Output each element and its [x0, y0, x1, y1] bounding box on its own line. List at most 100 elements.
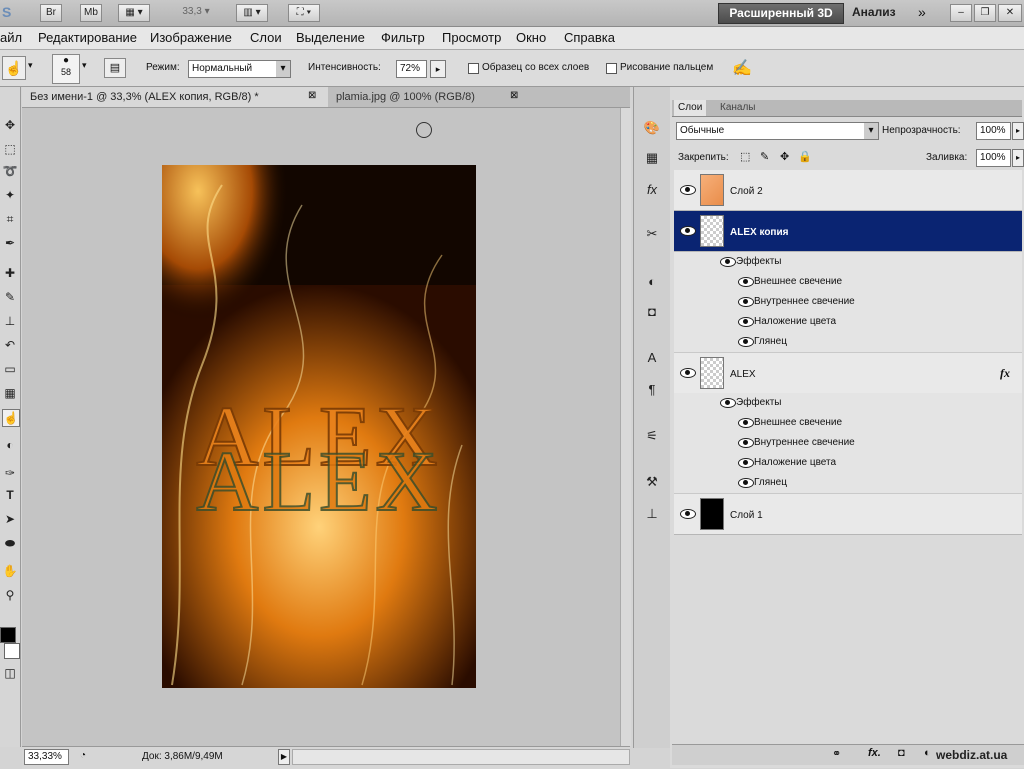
effect-eye-icon[interactable]: [738, 418, 754, 428]
menu-help[interactable]: Справка: [564, 30, 615, 45]
opacity-input[interactable]: 100%: [976, 122, 1011, 140]
effect-row[interactable]: Наложение цвета: [674, 312, 1022, 333]
workspace-more-icon[interactable]: »: [918, 4, 926, 20]
fx-badge-icon[interactable]: fx: [1000, 366, 1010, 381]
stamp-panel-icon[interactable]: ⊥: [643, 505, 661, 523]
restore-button[interactable]: ❐: [974, 4, 996, 22]
intensity-input[interactable]: 72%: [396, 60, 427, 78]
visibility-eye-icon[interactable]: [680, 226, 696, 236]
visibility-eye-icon[interactable]: [680, 368, 696, 378]
lock-all-icon[interactable]: 🔒: [798, 150, 812, 163]
menu-layers[interactable]: Слои: [250, 30, 282, 45]
intensity-slider-icon[interactable]: ▸: [430, 60, 446, 78]
clone-source-icon[interactable]: ⚒: [643, 473, 661, 491]
zoom-tool-icon[interactable]: ⚲: [2, 587, 18, 603]
adjustment-layer-icon[interactable]: ◐: [924, 747, 931, 759]
menu-filter[interactable]: Фильтр: [381, 30, 425, 45]
bridge-button[interactable]: Br: [40, 4, 62, 22]
tab-close-icon[interactable]: ⊠: [308, 90, 316, 101]
sample-all-layers-checkbox[interactable]: [468, 63, 479, 74]
brush-presets-icon[interactable]: ⚟: [643, 427, 661, 445]
paragraph-panel-icon[interactable]: ¶: [643, 381, 661, 399]
close-button[interactable]: ✕: [998, 4, 1022, 22]
layer-row-alex[interactable]: ALEX fx: [674, 353, 1022, 394]
move-tool-icon[interactable]: ✥: [2, 117, 18, 133]
fill-input[interactable]: 100%: [976, 149, 1011, 167]
menu-view[interactable]: Просмотр: [442, 30, 501, 45]
background-color-swatch[interactable]: [4, 643, 20, 659]
effects-group-row[interactable]: Эффекты: [674, 393, 1022, 414]
menu-window[interactable]: Окно: [516, 30, 546, 45]
brush-picker[interactable]: ● 58: [52, 54, 80, 84]
history-brush-tool-icon[interactable]: ↶: [2, 337, 18, 353]
arrange-documents-button[interactable]: ▥ ▾: [236, 4, 268, 22]
tab-untitled-document[interactable]: Без имени-1 @ 33,3% (ALEX копия, RGB/8) …: [22, 87, 328, 107]
mode-select[interactable]: Нормальный ▾: [188, 60, 291, 78]
layer-row-sloi-1[interactable]: Слой 1: [674, 494, 1022, 535]
tab-plamia-document[interactable]: plamia.jpg @ 100% (RGB/8): [328, 87, 483, 107]
gradient-tool-icon[interactable]: ▦: [2, 385, 18, 401]
lock-pixels-icon[interactable]: ✎: [760, 150, 769, 163]
eraser-tool-icon[interactable]: ▭: [2, 361, 18, 377]
masks-panel-icon[interactable]: ◘: [643, 303, 661, 321]
menu-file[interactable]: айл: [0, 30, 22, 45]
canvas-vertical-scrollbar[interactable]: [620, 108, 631, 746]
visibility-eye-icon[interactable]: [680, 185, 696, 195]
effect-row[interactable]: Наложение цвета: [674, 453, 1022, 474]
effect-row[interactable]: Внешнее свечение: [674, 413, 1022, 434]
dodge-tool-icon[interactable]: ◐: [2, 437, 18, 453]
menu-edit[interactable]: Редактирование: [38, 30, 137, 45]
marquee-tool-icon[interactable]: ⬚: [2, 141, 18, 157]
effect-eye-icon[interactable]: [738, 297, 754, 307]
healing-brush-tool-icon[interactable]: ✚: [2, 265, 18, 281]
tab-layers[interactable]: Слои: [674, 100, 707, 116]
visibility-eye-icon[interactable]: [680, 509, 696, 519]
finger-painting-checkbox[interactable]: [606, 63, 617, 74]
lock-transparency-icon[interactable]: ⬚: [740, 150, 750, 163]
lock-position-icon[interactable]: ✥: [780, 150, 789, 163]
layer-row-sloi-2[interactable]: Слой 2: [674, 170, 1022, 211]
minimize-button[interactable]: –: [950, 4, 972, 22]
zoom-level[interactable]: 33,3 ▾: [176, 4, 216, 20]
magic-wand-tool-icon[interactable]: ✦: [2, 187, 18, 203]
brush-tool-icon[interactable]: ✎: [2, 289, 18, 305]
mini-bridge-button[interactable]: Mb: [80, 4, 102, 22]
menu-select[interactable]: Выделение: [296, 30, 365, 45]
effect-eye-icon[interactable]: [738, 277, 754, 287]
workspace-3d-button[interactable]: Расширенный 3D: [718, 3, 844, 24]
swatches-panel-icon[interactable]: ▦: [643, 149, 661, 167]
effect-row[interactable]: Глянец: [674, 332, 1022, 353]
character-panel-icon[interactable]: A: [643, 349, 661, 367]
effect-row[interactable]: Внешнее свечение: [674, 272, 1022, 293]
view-extras-button[interactable]: ▦ ▾: [118, 4, 150, 22]
tools-presets-icon[interactable]: ✂: [643, 225, 661, 243]
link-layers-icon[interactable]: ⚭: [832, 747, 841, 760]
menu-image[interactable]: Изображение: [150, 30, 232, 45]
effect-row[interactable]: Внутреннее свечение: [674, 433, 1022, 454]
foreground-color-swatch[interactable]: [0, 627, 16, 643]
eyedropper-tool-icon[interactable]: ✒: [2, 235, 18, 251]
opacity-slider-icon[interactable]: ▸: [1012, 122, 1024, 140]
effects-group-row[interactable]: Эффекты: [674, 252, 1022, 273]
tab-channels[interactable]: Каналы: [716, 100, 760, 116]
document-canvas[interactable]: ALEX ALEX: [162, 165, 476, 688]
type-tool-icon[interactable]: T: [2, 487, 18, 503]
effect-eye-icon[interactable]: [738, 317, 754, 327]
effect-row[interactable]: Внутреннее свечение: [674, 292, 1022, 313]
shape-tool-icon[interactable]: ⬬: [2, 535, 18, 551]
pen-tool-icon[interactable]: ✑: [2, 465, 18, 481]
styles-panel-icon[interactable]: fx: [643, 181, 661, 199]
tab-close-icon[interactable]: ⊠: [510, 90, 518, 101]
hand-tool-icon[interactable]: ✋: [2, 563, 18, 579]
effect-eye-icon[interactable]: [738, 458, 754, 468]
layer-row-alex-copy[interactable]: ALEX копия: [674, 211, 1022, 252]
status-zoom-input[interactable]: 33,33%: [24, 749, 69, 765]
quick-mask-icon[interactable]: ◫: [2, 665, 18, 681]
path-selection-tool-icon[interactable]: ➤: [2, 511, 18, 527]
clone-stamp-tool-icon[interactable]: ⊥: [2, 313, 18, 329]
fill-slider-icon[interactable]: ▸: [1012, 149, 1024, 167]
add-mask-icon[interactable]: ◘: [898, 747, 905, 759]
brush-dropdown-icon[interactable]: ▾: [82, 60, 87, 71]
brush-panel-toggle-icon[interactable]: ▤: [104, 58, 126, 78]
effect-eye-icon[interactable]: [738, 438, 754, 448]
